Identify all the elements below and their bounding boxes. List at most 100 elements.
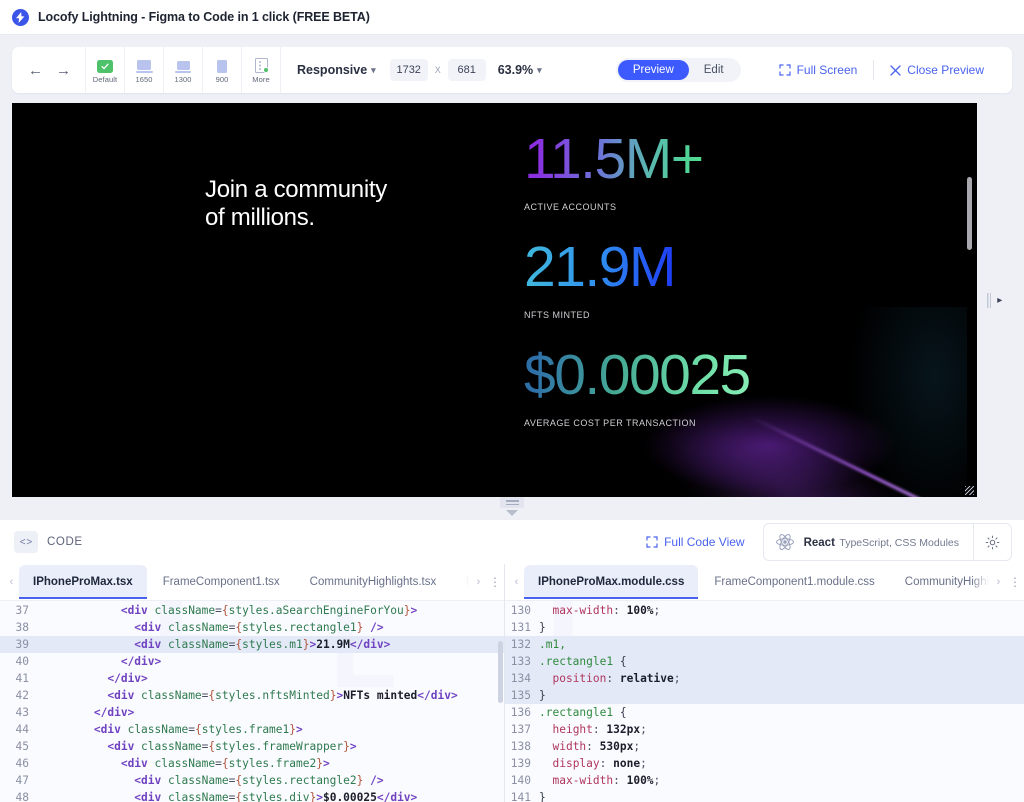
expand-icon bbox=[646, 536, 658, 548]
stat-item: 21.9M NFTS MINTED bbox=[524, 239, 750, 320]
right-tab-strip: IPhoneProMax.module.css FrameComponent1.… bbox=[524, 565, 991, 599]
device-button-1650[interactable]: 1650 bbox=[124, 47, 163, 93]
device-button-900[interactable]: 900 bbox=[202, 47, 241, 93]
left-code-pane: ‹ IPhoneProMax.tsx FrameComponent1.tsx C… bbox=[0, 564, 505, 802]
right-code-editor[interactable]: L 130 max-width: 100%;131}132.m1,133.rec… bbox=[505, 601, 1024, 802]
tab-edit[interactable]: Edit bbox=[689, 60, 739, 80]
right-pane-tabs: ‹ IPhoneProMax.module.css FrameComponent… bbox=[505, 564, 1024, 601]
code-line: 132.m1, bbox=[505, 636, 1024, 653]
code-line: 139 display: none; bbox=[505, 755, 1024, 772]
tab-framecomponent-truncated[interactable]: FrameComponen bbox=[452, 569, 471, 596]
stat-value-active-accounts: 11.5M+ bbox=[524, 131, 702, 188]
chevron-left-icon[interactable]: ‹ bbox=[509, 576, 524, 588]
chevron-right-icon[interactable]: › bbox=[471, 576, 486, 588]
chevron-left-icon[interactable]: ‹ bbox=[4, 576, 19, 588]
expand-right-icon[interactable]: ▸ bbox=[997, 295, 1002, 306]
dimension-group: X bbox=[390, 47, 498, 93]
headline-line-1: Join a community bbox=[205, 176, 387, 204]
close-preview-button[interactable]: Close Preview bbox=[874, 63, 1000, 77]
collapse-caret-icon[interactable] bbox=[506, 510, 518, 516]
left-code-editor[interactable]: L L 37 <div className={styles.aSearchEng… bbox=[0, 601, 504, 802]
check-badge-icon bbox=[97, 57, 113, 73]
framework-selector[interactable]: React TypeScript, CSS Modules bbox=[763, 523, 1012, 561]
line-number: 140 bbox=[505, 772, 539, 789]
line-content: display: none; bbox=[539, 755, 647, 772]
tab-preview[interactable]: Preview bbox=[618, 60, 689, 80]
device-button-1300[interactable]: 1300 bbox=[163, 47, 202, 93]
preview-resize-rail: ▸ bbox=[977, 103, 1012, 497]
code-line: 46 <div className={styles.frame2}> bbox=[0, 755, 504, 772]
line-number: 38 bbox=[0, 619, 40, 636]
horizontal-resize-handle[interactable] bbox=[987, 293, 991, 308]
width-input[interactable] bbox=[390, 59, 428, 81]
line-number: 130 bbox=[505, 602, 539, 619]
height-input[interactable] bbox=[448, 59, 486, 81]
splitter-row bbox=[0, 497, 1024, 519]
corner-resize-handle[interactable] bbox=[965, 486, 974, 495]
full-screen-button[interactable]: Full Screen bbox=[763, 63, 874, 77]
back-arrow-icon[interactable]: ← bbox=[28, 63, 43, 78]
line-number: 43 bbox=[0, 704, 40, 721]
forward-arrow-icon[interactable]: → bbox=[56, 63, 71, 78]
panel-resize-handle[interactable] bbox=[500, 497, 524, 508]
gear-icon[interactable] bbox=[973, 523, 1011, 561]
zoom-level-select[interactable]: 63.9% ▾ bbox=[498, 47, 556, 93]
angle-brackets-icon: < > bbox=[14, 531, 38, 553]
left-pane-tabs: ‹ IPhoneProMax.tsx FrameComponent1.tsx C… bbox=[0, 564, 504, 601]
right-code-pane: ‹ IPhoneProMax.module.css FrameComponent… bbox=[505, 564, 1024, 802]
device-button-default[interactable]: Default bbox=[85, 47, 124, 93]
kebab-menu-icon[interactable]: ⋮ bbox=[1006, 576, 1024, 588]
code-panes: ‹ IPhoneProMax.tsx FrameComponent1.tsx C… bbox=[0, 564, 1024, 802]
close-preview-label: Close Preview bbox=[907, 63, 984, 77]
left-editor-scrollbar[interactable] bbox=[498, 641, 503, 703]
line-content: </div> bbox=[40, 704, 134, 721]
line-number: 44 bbox=[0, 721, 40, 738]
preview-scrollbar-thumb[interactable] bbox=[967, 177, 972, 250]
code-line: 131} bbox=[505, 619, 1024, 636]
line-number: 131 bbox=[505, 619, 539, 636]
line-number: 47 bbox=[0, 772, 40, 789]
line-number: 40 bbox=[0, 653, 40, 670]
line-content: height: 132px; bbox=[539, 721, 647, 738]
framework-name: React bbox=[804, 537, 835, 549]
tab-iphonepromax-module-css[interactable]: IPhoneProMax.module.css bbox=[524, 565, 698, 599]
tab-communityhighlights-module-css[interactable]: CommunityHighlights.module.c bbox=[891, 569, 991, 596]
code-line: 137 height: 132px; bbox=[505, 721, 1024, 738]
dimension-separator: X bbox=[435, 65, 441, 75]
code-line: 141} bbox=[505, 789, 1024, 802]
responsive-mode-label: Responsive bbox=[297, 63, 367, 77]
tab-communityhighlights-tsx[interactable]: CommunityHighlights.tsx bbox=[296, 569, 451, 596]
line-content: position: relative; bbox=[539, 670, 681, 687]
preview-canvas[interactable]: Join a community of millions. 11.5M+ ACT… bbox=[12, 103, 977, 497]
line-content: </div> bbox=[40, 653, 161, 670]
chevron-down-icon: ▾ bbox=[371, 65, 376, 76]
kebab-menu-icon[interactable]: ⋮ bbox=[486, 576, 504, 588]
preview-scrollbar[interactable] bbox=[967, 107, 972, 493]
chevron-right-icon[interactable]: › bbox=[991, 576, 1006, 588]
code-line: 45 <div className={styles.frameWrapper}> bbox=[0, 738, 504, 755]
line-content: width: 530px; bbox=[539, 738, 640, 755]
tab-iphonepromax-tsx[interactable]: IPhoneProMax.tsx bbox=[19, 565, 147, 599]
code-line: 130 max-width: 100%; bbox=[505, 602, 1024, 619]
code-line: 140 max-width: 100%; bbox=[505, 772, 1024, 789]
line-number: 48 bbox=[0, 789, 40, 802]
code-line: 134 position: relative; bbox=[505, 670, 1024, 687]
responsive-mode-select[interactable]: Responsive ▾ bbox=[281, 47, 390, 93]
code-panel-title: CODE bbox=[47, 536, 83, 548]
react-atom-icon bbox=[764, 532, 804, 552]
code-line: 37 <div className={styles.aSearchEngineF… bbox=[0, 602, 504, 619]
line-content: <div className={styles.frameWrapper}> bbox=[40, 738, 357, 755]
line-number: 136 bbox=[505, 704, 539, 721]
full-code-view-button[interactable]: Full Code View bbox=[646, 535, 744, 549]
full-screen-label: Full Screen bbox=[797, 63, 858, 77]
line-content: </div> bbox=[40, 670, 148, 687]
device-button-more[interactable]: More bbox=[241, 47, 280, 93]
tab-framecomponent1-tsx[interactable]: FrameComponent1.tsx bbox=[149, 569, 294, 596]
line-content: } bbox=[539, 687, 546, 704]
code-panel-header: < > CODE Full Code View React TypeScript… bbox=[0, 519, 1024, 564]
left-tab-strip: IPhoneProMax.tsx FrameComponent1.tsx Com… bbox=[19, 565, 471, 599]
hero-headline: Join a community of millions. bbox=[205, 176, 387, 231]
tab-framecomponent1-module-css[interactable]: FrameComponent1.module.css bbox=[700, 569, 888, 596]
line-number: 138 bbox=[505, 738, 539, 755]
line-content: .m1, bbox=[539, 636, 566, 653]
